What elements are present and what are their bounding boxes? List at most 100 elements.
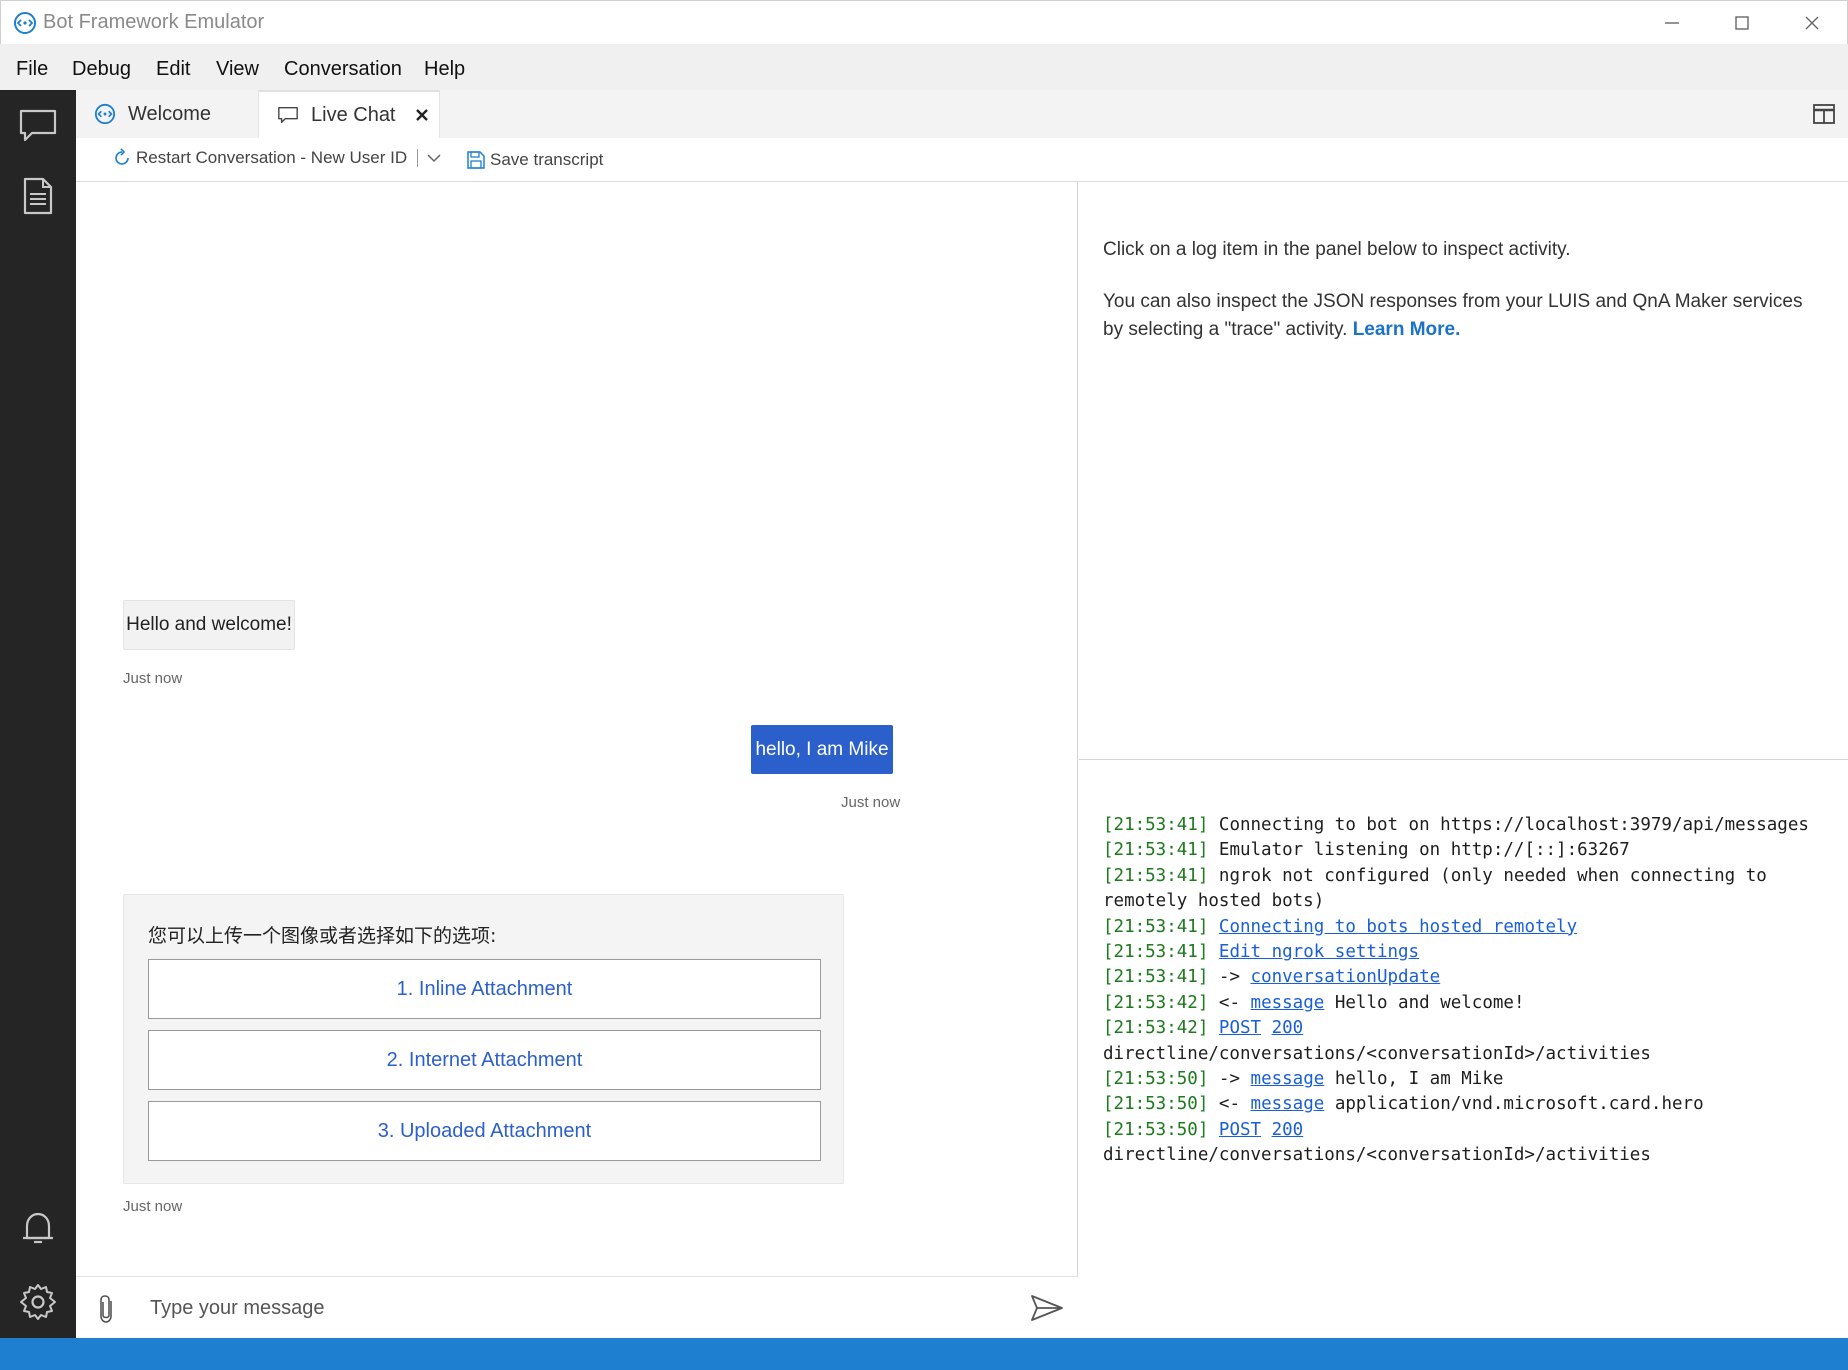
chat-icon[interactable]: [18, 106, 58, 146]
conversation-toolbar: Restart Conversation - New User ID Save …: [76, 138, 1848, 182]
menu-help[interactable]: Help: [424, 58, 465, 81]
menu-debug[interactable]: Debug: [72, 58, 131, 81]
message-timestamp: Just now: [841, 794, 901, 811]
log-entry: [21:53:50] POST 200 directline/conversat…: [1103, 1118, 1843, 1169]
restart-conversation-button[interactable]: Restart Conversation - New User ID: [112, 148, 446, 168]
log-timestamp: [21:53:41]: [1103, 942, 1209, 963]
tab-label: Welcome: [128, 102, 211, 125]
log-entry: [21:53:50] <- message application/vnd.mi…: [1103, 1092, 1843, 1117]
log-link[interactable]: conversationUpdate: [1251, 967, 1441, 987]
log-text: directline/conversations/<conversationId…: [1103, 1145, 1651, 1166]
log-entry: [21:53:41] ngrok not configured (only ne…: [1103, 864, 1843, 915]
activity-sidebar: [0, 90, 76, 1338]
split-view-icon[interactable]: [1812, 102, 1836, 126]
log-text: Emulator listening on http://[::]:63267: [1218, 840, 1630, 861]
log-timestamp: [21:53:41]: [1103, 815, 1209, 835]
log-timestamp: [21:53:50]: [1103, 1119, 1209, 1140]
log-text: Hello and welcome!: [1334, 992, 1525, 1013]
log-link[interactable]: message: [1251, 993, 1325, 1013]
log-timestamp: [21:53:42]: [1103, 1018, 1209, 1039]
menu-conversation[interactable]: Conversation: [284, 58, 402, 81]
title-bar: Bot Framework Emulator: [0, 0, 1848, 44]
card-text: 您可以上传一个图像或者选择如下的选项:: [148, 925, 497, 947]
log-entry: [21:53:41] Connecting to bots hosted rem…: [1103, 915, 1843, 940]
send-box: [76, 1276, 1078, 1338]
log-entry: [21:53:50] -> message hello, I am Mike: [1103, 1067, 1843, 1092]
log-link[interactable]: message: [1251, 1094, 1325, 1114]
restart-label: Restart Conversation - New User ID: [136, 148, 408, 167]
log-entry: [21:53:42] POST 200 directline/conversat…: [1103, 1016, 1843, 1067]
log-status-link[interactable]: 200: [1272, 1018, 1304, 1038]
bot-message-bubble: Hello and welcome!: [123, 600, 295, 650]
paperclip-icon[interactable]: [94, 1293, 120, 1325]
chat-icon: [278, 106, 298, 124]
log-direction: ->: [1218, 1069, 1240, 1090]
log-status-link[interactable]: 200: [1272, 1120, 1304, 1140]
toolbar-divider: [417, 149, 419, 167]
log-timestamp: [21:53:41]: [1103, 840, 1209, 861]
log-list: [21:53:41] Connecting to bot on https://…: [1103, 813, 1843, 1169]
menu-view[interactable]: View: [216, 58, 259, 81]
log-link[interactable]: POST: [1219, 1018, 1261, 1038]
tab-welcome[interactable]: Welcome: [76, 90, 258, 138]
bell-icon[interactable]: [18, 1208, 58, 1248]
log-entry: [21:53:42] <- message Hello and welcome!: [1103, 991, 1843, 1016]
status-bar: [0, 1338, 1848, 1370]
window-title: Bot Framework Emulator: [43, 11, 265, 33]
maximize-button[interactable]: [1707, 1, 1777, 45]
close-icon: [1805, 16, 1819, 30]
send-icon[interactable]: [1030, 1293, 1064, 1323]
tab-bar: Welcome Live Chat: [76, 90, 1848, 138]
log-direction: <-: [1218, 992, 1240, 1013]
message-input[interactable]: [150, 1289, 1000, 1327]
bot-icon: [94, 103, 116, 125]
log-panel: [21:53:41] Connecting to bot on https://…: [1079, 761, 1848, 1338]
log-text: Connecting to bot on https://localhost:3…: [1218, 815, 1809, 835]
log-entry: [21:53:41] -> conversationUpdate: [1103, 965, 1843, 990]
close-tab-icon[interactable]: [414, 107, 430, 123]
card-button-uploaded-attachment[interactable]: 3. Uploaded Attachment: [148, 1101, 821, 1161]
log-link[interactable]: message: [1251, 1069, 1325, 1089]
learn-more-link[interactable]: Learn More.: [1353, 319, 1461, 340]
save-transcript-button[interactable]: Save transcript: [466, 150, 603, 170]
log-timestamp: [21:53:41]: [1103, 865, 1209, 886]
gear-icon[interactable]: [18, 1282, 58, 1322]
maximize-icon: [1735, 16, 1749, 30]
log-timestamp: [21:53:50]: [1103, 1069, 1209, 1090]
log-text: hello, I am Mike: [1334, 1069, 1504, 1090]
message-text: Hello and welcome!: [126, 614, 292, 635]
log-text: directline/conversations/<conversationId…: [1103, 1043, 1651, 1064]
menu-edit[interactable]: Edit: [156, 58, 190, 81]
log-entry: [21:53:41] Edit ngrok settings: [1103, 940, 1843, 965]
refresh-icon: [115, 148, 129, 165]
message-timestamp: Just now: [123, 1198, 183, 1215]
minimize-button[interactable]: [1637, 1, 1707, 45]
log-link[interactable]: POST: [1219, 1120, 1261, 1140]
card-button-internet-attachment[interactable]: 2. Internet Attachment: [148, 1030, 821, 1090]
chat-panel: Hello and welcome! Just now hello, I am …: [76, 182, 1078, 1338]
tab-live-chat[interactable]: Live Chat: [258, 90, 440, 138]
log-entry: [21:53:41] Emulator listening on http://…: [1103, 838, 1843, 863]
menu-bar: File Debug Edit View Conversation Help: [0, 44, 1848, 90]
inspector-panel: Click on a log item in the panel below t…: [1079, 182, 1848, 760]
log-link[interactable]: Edit ngrok settings: [1219, 942, 1419, 962]
close-window-button[interactable]: [1777, 1, 1847, 45]
chevron-down-icon[interactable]: [426, 150, 442, 166]
save-label: Save transcript: [490, 150, 604, 169]
log-timestamp: [21:53:50]: [1103, 1094, 1209, 1115]
log-timestamp: [21:53:41]: [1103, 916, 1209, 937]
menu-file[interactable]: File: [16, 58, 48, 81]
user-message-bubble: hello, I am Mike: [751, 725, 893, 774]
minimize-icon: [1665, 22, 1679, 24]
card-button-inline-attachment[interactable]: 1. Inline Attachment: [148, 959, 821, 1019]
log-link[interactable]: Connecting to bots hosted remotely: [1219, 917, 1577, 937]
save-icon: [467, 151, 485, 169]
inspector-json-note: You can also inspect the JSON responses …: [1103, 288, 1823, 344]
inspector-instructions: Click on a log item in the panel below t…: [1103, 239, 1571, 260]
log-entry: [21:53:41] Connecting to bot on https://…: [1103, 813, 1843, 838]
document-icon[interactable]: [18, 176, 58, 216]
log-text: application/vnd.microsoft.card.hero: [1334, 1094, 1704, 1115]
log-timestamp: [21:53:41]: [1103, 967, 1209, 988]
tab-label: Live Chat: [311, 103, 396, 126]
bot-emulator-logo-icon: [14, 12, 36, 34]
